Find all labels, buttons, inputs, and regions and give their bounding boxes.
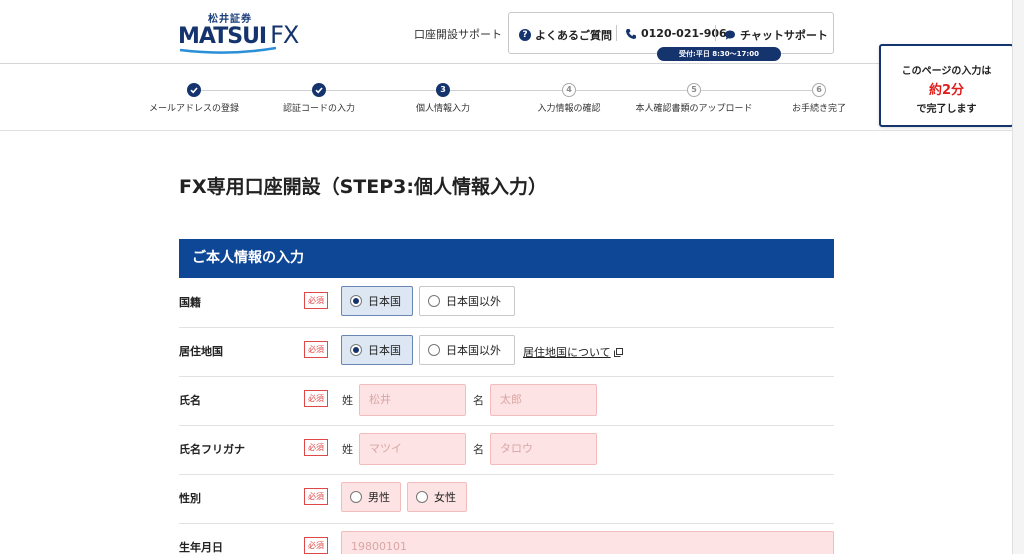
estimated-time-box: このページの入力は 約2分 で完了します	[879, 44, 1014, 127]
required-badge: 必須	[304, 390, 328, 407]
name-kana-row: 氏名フリガナ 必須 姓 マツイ 名 タロウ	[179, 425, 834, 475]
birthdate-label: 生年月日	[179, 541, 223, 554]
check-icon	[187, 83, 201, 97]
about-residence-country-link[interactable]: 居住地国について	[523, 344, 623, 360]
nationality-other-radio[interactable]: 日本国以外	[419, 286, 515, 316]
progress-steps: メールアドレスの登録 認証コードの入力 3 個人情報入力 4 入力情報の確認 5…	[0, 65, 1012, 131]
step-label: 個人情報入力	[415, 104, 470, 114]
matsui-fx-logo[interactable]: 松井証券 MATSUI FX	[178, 10, 299, 56]
step-2: 認証コードの入力	[254, 83, 384, 114]
chat-bubble-icon	[725, 30, 735, 40]
question-icon: ?	[519, 29, 531, 41]
logo-brand: MATSUI FX	[178, 21, 299, 49]
radio-checked-icon	[350, 344, 362, 356]
given-name-kana-input[interactable]: タロウ	[490, 433, 597, 465]
residence-other-radio[interactable]: 日本国以外	[419, 335, 515, 365]
birthdate-input[interactable]: 19800101	[341, 531, 834, 554]
page-scrollbar[interactable]	[1012, 0, 1024, 554]
chat-support-link[interactable]: チャットサポート	[724, 27, 828, 43]
check-icon	[312, 83, 326, 97]
step-1: メールアドレスの登録	[129, 83, 259, 114]
required-badge: 必須	[304, 292, 328, 309]
surname-kana-label: 姓	[342, 443, 353, 456]
reception-hours-badge: 受付:平日 8:30〜17:00	[657, 47, 781, 61]
time-box-line1: このページの入力は	[901, 66, 992, 77]
radio-unchecked-icon	[350, 491, 362, 503]
name-row: 氏名 必須 姓 松井 名 太郎	[179, 376, 834, 426]
given-name-label: 名	[473, 394, 484, 407]
gender-male-radio[interactable]: 男性	[341, 482, 401, 512]
step-label: 入力情報の確認	[537, 104, 601, 114]
gender-label: 性別	[179, 492, 201, 505]
step-number: 4	[562, 83, 576, 97]
step-label: 本人確認書類のアップロード	[635, 104, 753, 114]
step-label: 認証コードの入力	[282, 104, 355, 114]
phone-icon	[626, 28, 636, 39]
nationality-label: 国籍	[179, 296, 201, 309]
radio-unchecked-icon	[428, 344, 440, 356]
required-badge: 必須	[304, 537, 328, 554]
divider	[616, 25, 617, 41]
step-label: お手続き完了	[791, 104, 846, 114]
time-box-duration: 約2分	[928, 83, 965, 98]
radio-unchecked-icon	[428, 295, 440, 307]
phone-link[interactable]: 0120-021-906	[625, 27, 727, 40]
nationality-row: 国籍 必須 日本国 日本国以外	[179, 278, 834, 328]
name-kana-label: 氏名フリガナ	[179, 443, 245, 456]
step-number: 6	[812, 83, 826, 97]
support-box: ? よくあるご質問 0120-021-906 チャットサポート 受付:平日 8:…	[508, 12, 834, 61]
required-badge: 必須	[304, 439, 328, 456]
radio-unchecked-icon	[416, 491, 428, 503]
site-header: 松井証券 MATSUI FX 口座開設サポート ? よくあるご質問 0120-02…	[0, 0, 1012, 64]
section-header: ご本人情報の入力	[179, 239, 834, 278]
external-link-icon	[613, 347, 623, 357]
residence-country-row: 居住地国 必須 日本国 日本国以外 居住地国について	[179, 327, 834, 377]
nationality-japan-radio[interactable]: 日本国	[341, 286, 413, 316]
residence-japan-radio[interactable]: 日本国	[341, 335, 413, 365]
surname-label: 姓	[342, 394, 353, 407]
faq-link[interactable]: ? よくあるご質問	[519, 27, 612, 43]
gender-row: 性別 必須 男性 女性	[179, 474, 834, 524]
step-3: 3 個人情報入力	[378, 83, 508, 114]
gender-female-radio[interactable]: 女性	[407, 482, 467, 512]
given-name-input[interactable]: 太郎	[490, 384, 597, 416]
step-number: 3	[436, 83, 450, 97]
residence-country-label: 居住地国	[179, 345, 223, 358]
surname-input[interactable]: 松井	[359, 384, 466, 416]
required-badge: 必須	[304, 488, 328, 505]
account-opening-support-link[interactable]: 口座開設サポート	[414, 26, 502, 42]
step-label: メールアドレスの登録	[148, 104, 239, 114]
time-box-line3: で完了します	[916, 104, 977, 115]
divider	[715, 25, 716, 41]
radio-checked-icon	[350, 295, 362, 307]
name-label: 氏名	[179, 394, 201, 407]
surname-kana-input[interactable]: マツイ	[359, 433, 466, 465]
page-title: FX専用口座開設（STEP3:個人情報入力）	[179, 176, 547, 198]
step-6: 6 お手続き完了	[754, 83, 884, 114]
required-badge: 必須	[304, 341, 328, 358]
birthdate-row: 生年月日 必須 19800101	[179, 523, 834, 554]
step-5: 5 本人確認書類のアップロード	[629, 83, 759, 114]
step-4: 4 入力情報の確認	[504, 83, 634, 114]
logo-swoosh-icon	[179, 46, 277, 54]
given-name-kana-label: 名	[473, 443, 484, 456]
step-number: 5	[687, 83, 701, 97]
